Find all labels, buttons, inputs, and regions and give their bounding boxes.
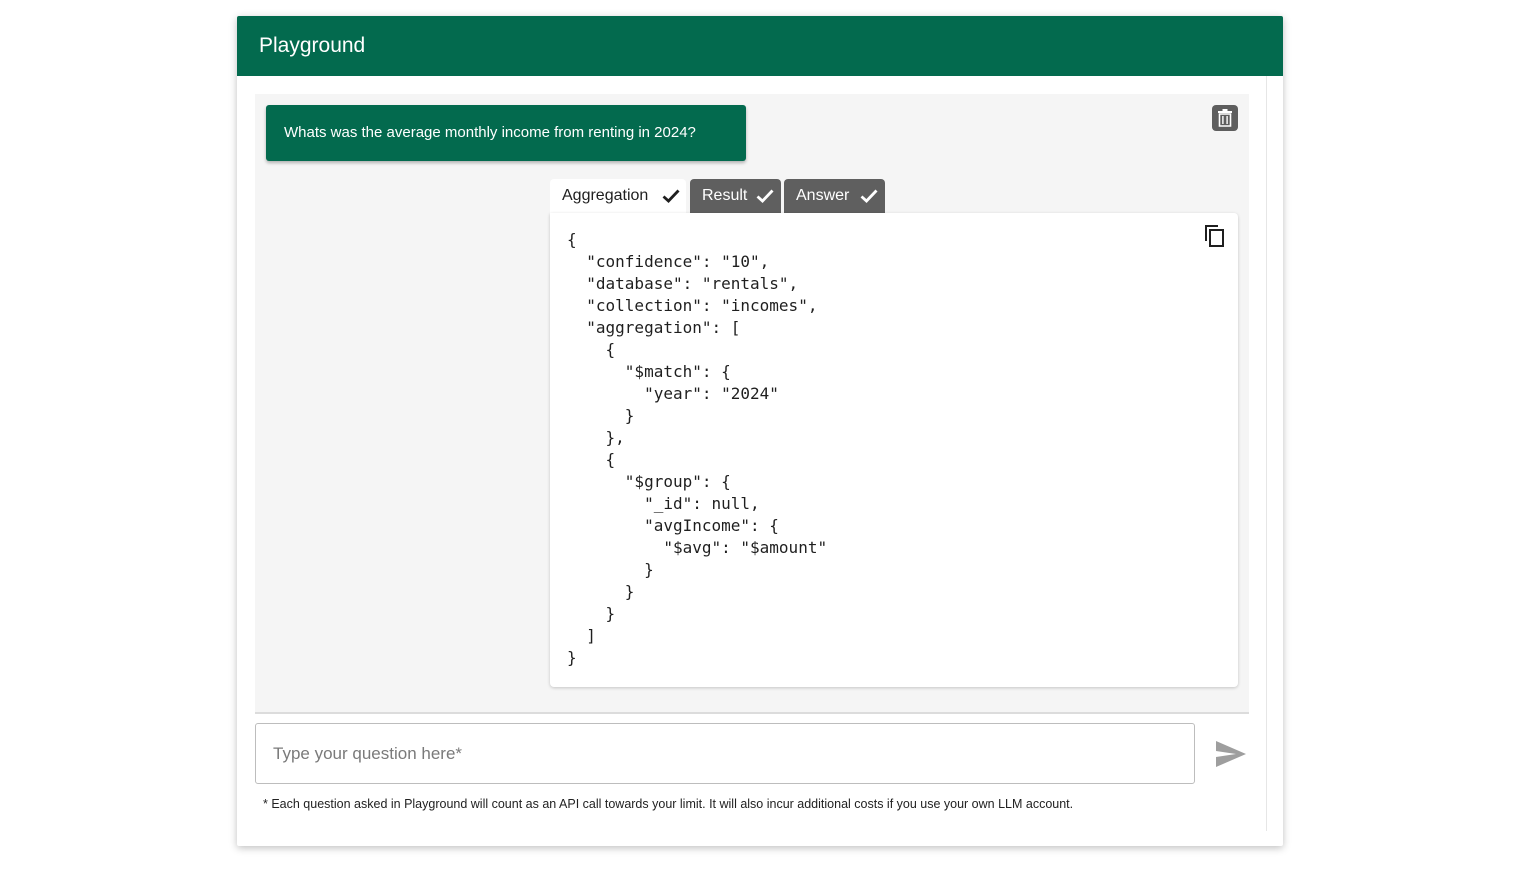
aggregation-json: { "confidence": "10", "database": "renta… [567, 230, 828, 667]
playground-card: Playground Whats was the average monthly… [237, 16, 1283, 846]
tab-label: Aggregation [562, 187, 649, 204]
usage-footnote: * Each question asked in Playground will… [263, 797, 1074, 811]
question-field[interactable] [255, 723, 1195, 784]
user-message: Whats was the average monthly income fro… [266, 105, 746, 161]
copy-button[interactable] [1204, 224, 1228, 248]
divider [1266, 76, 1267, 831]
tab-label: Result [702, 187, 748, 204]
check-icon [860, 179, 878, 213]
check-icon [756, 179, 774, 213]
trash-icon [1218, 109, 1232, 127]
page-title: Playground [259, 34, 366, 57]
question-input[interactable] [256, 724, 1194, 783]
aggregation-code-panel: { "confidence": "10", "database": "renta… [550, 213, 1238, 687]
check-icon [662, 179, 680, 213]
tab-aggregation[interactable]: Aggregation [550, 179, 686, 213]
header-bar: Playground [237, 16, 1283, 76]
send-icon [1216, 741, 1246, 767]
chat-area: Whats was the average monthly income fro… [255, 94, 1249, 714]
tab-answer[interactable]: Answer [784, 179, 885, 213]
clear-chat-button[interactable] [1212, 105, 1238, 131]
tab-label: Answer [796, 187, 850, 204]
tab-result[interactable]: Result [690, 179, 781, 213]
send-button[interactable] [1214, 739, 1248, 769]
copy-icon [1205, 225, 1224, 247]
